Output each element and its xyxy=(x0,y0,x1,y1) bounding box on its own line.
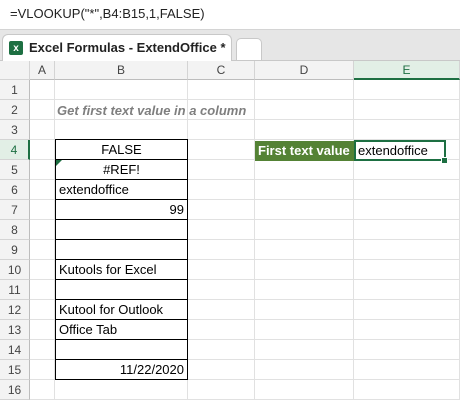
cell-b13[interactable]: Office Tab xyxy=(55,320,188,340)
column-header-c[interactable]: C xyxy=(188,61,255,80)
row-header-2[interactable]: 2 xyxy=(0,100,30,120)
gridline xyxy=(254,80,255,400)
fill-handle[interactable] xyxy=(441,157,448,164)
workbook-tab-strip: x Excel Formulas - ExtendOffice * xyxy=(0,30,460,61)
row-header-16[interactable]: 16 xyxy=(0,380,30,400)
cell-b10[interactable]: Kutools for Excel xyxy=(55,260,188,280)
cell-b5[interactable]: #REF! xyxy=(55,160,188,180)
formula-text[interactable]: =VLOOKUP("*",B4:B15,1,FALSE) xyxy=(10,6,205,21)
formula-bar[interactable]: =VLOOKUP("*",B4:B15,1,FALSE) xyxy=(0,0,460,30)
column-header-b[interactable]: B xyxy=(55,61,188,80)
gridline xyxy=(353,80,354,400)
cell-b11[interactable] xyxy=(55,280,188,300)
row-header-7[interactable]: 7 xyxy=(0,200,30,220)
row-header-3[interactable]: 3 xyxy=(0,120,30,140)
column-header-e[interactable]: E xyxy=(354,61,460,80)
excel-icon: x xyxy=(9,41,23,55)
cell-b6[interactable]: extendoffice xyxy=(55,180,188,200)
row-header-8[interactable]: 8 xyxy=(0,220,30,240)
row-header-6[interactable]: 6 xyxy=(0,180,30,200)
row-header-9[interactable]: 9 xyxy=(0,240,30,260)
workbook-tab-title: Excel Formulas - ExtendOffice * xyxy=(29,40,226,55)
workbook-tab[interactable]: x Excel Formulas - ExtendOffice * xyxy=(2,34,232,61)
cell-b4[interactable]: FALSE xyxy=(55,139,188,160)
spreadsheet-grid[interactable]: ABCDE 1 2 3 4 5 6 7 8 9 10 11 12 13 14 15 16 Get first … xyxy=(0,61,460,400)
gridline xyxy=(30,99,460,100)
row-header-5[interactable]: 5 xyxy=(0,160,30,180)
column-header-a[interactable]: A xyxy=(30,61,55,80)
cell-b12[interactable]: Kutool for Outlook xyxy=(55,300,188,320)
cell-b9[interactable] xyxy=(55,240,188,260)
cell-b8[interactable] xyxy=(55,220,188,240)
row-header-14[interactable]: 14 xyxy=(0,340,30,360)
result-value-cell[interactable]: extendoffice xyxy=(354,140,446,161)
result-label-cell[interactable]: First text value xyxy=(255,141,354,161)
row-header-15[interactable]: 15 xyxy=(0,360,30,380)
select-all-corner[interactable] xyxy=(0,61,30,80)
gridline xyxy=(30,119,460,120)
row-header-1[interactable]: 1 xyxy=(0,80,30,100)
cell-b15[interactable]: 11/22/2020 xyxy=(55,360,188,380)
cell-b7[interactable]: 99 xyxy=(55,200,188,220)
new-tab-button[interactable] xyxy=(236,38,262,60)
cell-b14[interactable] xyxy=(55,340,188,360)
sheet-heading[interactable]: Get first text value in a column xyxy=(57,103,246,118)
error-indicator-icon[interactable] xyxy=(56,160,62,166)
column-header-d[interactable]: D xyxy=(255,61,354,80)
row-header-13[interactable]: 13 xyxy=(0,320,30,340)
row-header-4[interactable]: 4 xyxy=(0,140,30,160)
row-header-10[interactable]: 10 xyxy=(0,260,30,280)
row-header-11[interactable]: 11 xyxy=(0,280,30,300)
row-header-12[interactable]: 12 xyxy=(0,300,30,320)
